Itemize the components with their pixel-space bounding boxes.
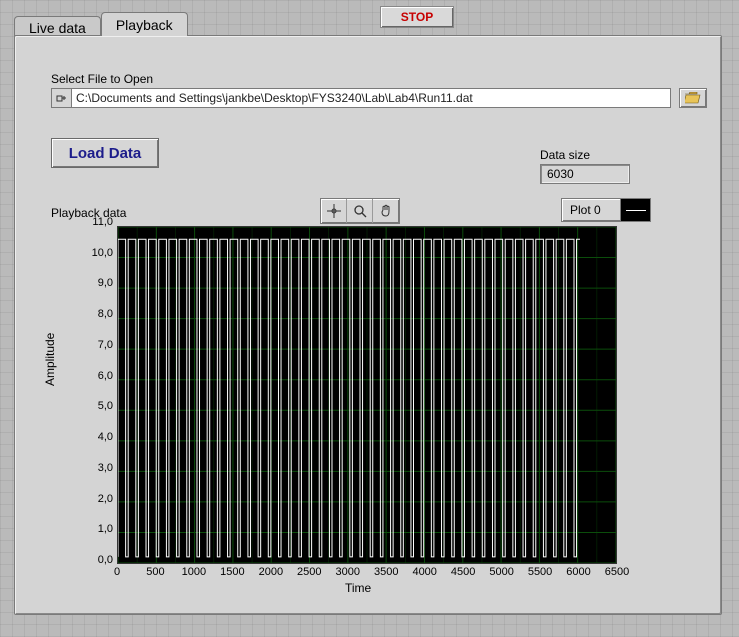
- y-tick: 0,0: [83, 554, 113, 566]
- y-tick: 5,0: [83, 400, 113, 412]
- legend-label: Plot 0: [562, 203, 620, 217]
- data-size-label: Data size: [540, 148, 590, 162]
- file-open-label: Select File to Open: [51, 72, 153, 86]
- y-tick: 9,0: [83, 277, 113, 289]
- tab-strip: Live data Playback: [14, 11, 188, 36]
- y-tick: 4,0: [83, 431, 113, 443]
- y-axis-ticks: 0,01,02,03,04,05,06,07,08,09,010,011,0: [83, 222, 115, 568]
- tab-playback[interactable]: Playback: [101, 12, 188, 36]
- graph-tool-palette: [320, 198, 400, 224]
- browse-button[interactable]: [679, 88, 707, 108]
- x-tick: 4000: [412, 566, 436, 578]
- y-tick: 2,0: [83, 493, 113, 505]
- playback-panel: Select File to Open Load Data Data size …: [14, 35, 722, 615]
- crosshair-tool[interactable]: [321, 199, 347, 223]
- x-axis-label: Time: [345, 581, 371, 595]
- y-tick: 1,0: [83, 523, 113, 535]
- data-size-value: 6030: [540, 164, 630, 184]
- x-tick: 2500: [297, 566, 321, 578]
- x-tick: 0: [114, 566, 120, 578]
- file-path-icon: [51, 88, 71, 108]
- zoom-tool[interactable]: [347, 199, 373, 223]
- y-tick: 7,0: [83, 339, 113, 351]
- x-tick: 5500: [528, 566, 552, 578]
- file-path-input[interactable]: [71, 88, 671, 108]
- x-tick: 500: [146, 566, 164, 578]
- x-tick: 3500: [374, 566, 398, 578]
- x-axis-ticks: 0 500 1000 1500 2000 2500 3000 3500 4000 4500 5000…: [117, 566, 617, 582]
- y-axis-label: Amplitude: [43, 333, 57, 386]
- x-tick: 1000: [182, 566, 206, 578]
- y-tick: 11,0: [83, 216, 113, 228]
- x-tick: 2000: [259, 566, 283, 578]
- x-tick: 5000: [489, 566, 513, 578]
- y-tick: 3,0: [83, 462, 113, 474]
- y-tick: 6,0: [83, 370, 113, 382]
- plot-legend[interactable]: Plot 0: [561, 198, 651, 222]
- y-tick: 8,0: [83, 308, 113, 320]
- stop-button[interactable]: STOP: [380, 6, 454, 28]
- x-tick: 6500: [605, 566, 629, 578]
- pan-tool[interactable]: [373, 199, 399, 223]
- x-tick: 4500: [451, 566, 475, 578]
- x-tick: 3000: [336, 566, 360, 578]
- x-tick: 6000: [566, 566, 590, 578]
- y-tick: 10,0: [83, 247, 113, 259]
- plot-area[interactable]: [117, 226, 617, 564]
- x-tick: 1500: [220, 566, 244, 578]
- load-data-button[interactable]: Load Data: [51, 138, 159, 168]
- folder-icon: [685, 92, 701, 104]
- legend-swatch: [620, 199, 650, 221]
